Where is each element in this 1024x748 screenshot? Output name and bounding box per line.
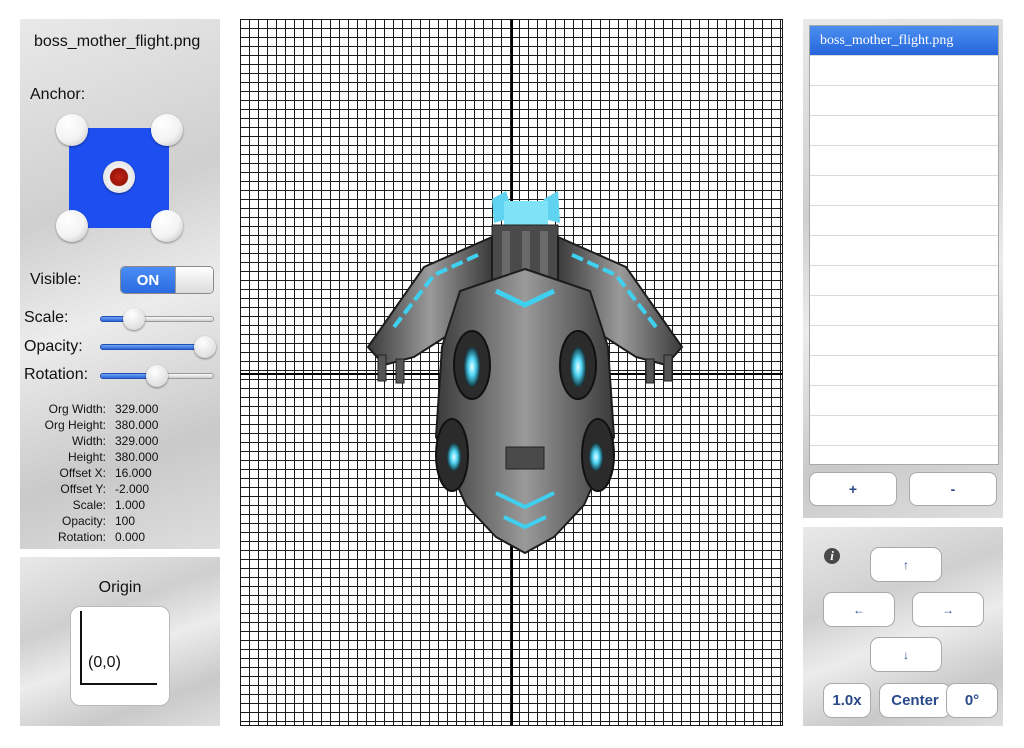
center-button[interactable]: Center	[879, 683, 951, 718]
sprite-stats: Org Width: 329.000 Org Height: 380.000 Wid…	[20, 401, 220, 545]
arrow-up-icon: ↑	[903, 557, 909, 572]
toggle-knob	[175, 267, 213, 293]
list-item[interactable]	[810, 266, 998, 296]
stat-label: Org Width:	[48, 402, 106, 416]
list-item[interactable]	[810, 236, 998, 266]
list-item[interactable]	[810, 176, 998, 206]
stat-label: Offset X:	[59, 466, 106, 480]
list-item[interactable]	[810, 296, 998, 326]
stat-label: Height:	[67, 450, 106, 464]
move-up-button[interactable]: ↑	[870, 547, 942, 582]
list-item[interactable]	[810, 116, 998, 146]
opacity-label: Opacity:	[24, 338, 83, 355]
stat-value: 380.000	[115, 450, 159, 464]
anchor-label: Anchor:	[30, 86, 86, 103]
scale-slider[interactable]	[100, 308, 214, 330]
anchor-center-handle[interactable]	[103, 161, 135, 193]
rotation-slider[interactable]	[100, 365, 214, 387]
list-item[interactable]	[810, 56, 998, 86]
list-item-selected[interactable]: boss_mother_flight.png	[810, 26, 998, 56]
remove-sprite-button[interactable]: -	[909, 472, 997, 506]
origin-title: Origin	[98, 579, 142, 596]
scale-label: Scale:	[24, 309, 69, 326]
visible-toggle[interactable]: ON	[120, 266, 214, 294]
stat-row: Width: 329.000	[20, 433, 220, 449]
opacity-track-fill	[100, 344, 205, 350]
stat-row: Rotation: 0.000	[20, 529, 220, 545]
stat-row: Offset X: 16.000	[20, 465, 220, 481]
stat-row: Opacity: 100	[20, 513, 220, 529]
stat-value: 100	[115, 514, 136, 528]
stat-value: 329.000	[115, 434, 159, 448]
origin-coordinate: (0,0)	[88, 654, 121, 671]
arrow-left-icon: ←	[853, 602, 865, 617]
list-item[interactable]	[810, 146, 998, 176]
stat-row: Offset Y: -2.000	[20, 481, 220, 497]
arrow-down-icon: ↓	[903, 647, 909, 662]
stat-value: 16.000	[115, 466, 152, 480]
list-item[interactable]	[810, 356, 998, 386]
move-right-button[interactable]: →	[912, 592, 984, 627]
toggle-on-label: ON	[121, 267, 175, 293]
scale-slider-thumb[interactable]	[123, 308, 146, 330]
stat-label: Rotation:	[57, 530, 106, 544]
anchor-bottom-left-handle[interactable]	[56, 210, 88, 242]
stat-label: Width:	[71, 434, 106, 448]
add-sprite-button[interactable]: +	[809, 472, 897, 506]
arrow-right-icon: →	[942, 602, 954, 617]
zoom-button[interactable]: 1.0x	[823, 683, 871, 718]
rotation-label: Rotation:	[24, 366, 89, 383]
list-item[interactable]	[810, 86, 998, 116]
stat-label: Opacity:	[61, 514, 106, 528]
info-icon[interactable]: i	[824, 548, 840, 564]
stat-row: Scale: 1.000	[20, 497, 220, 513]
sprite-list-panel: boss_mother_flight.png + -	[803, 19, 1003, 518]
spaceship-sprite[interactable]	[364, 187, 686, 563]
stat-label: Offset Y:	[60, 482, 106, 496]
origin-y-axis	[80, 611, 82, 685]
stat-row: Org Height: 380.000	[20, 417, 220, 433]
stat-row: Height: 380.000	[20, 449, 220, 465]
list-item[interactable]	[810, 416, 998, 446]
list-item[interactable]	[810, 206, 998, 236]
file-name-label: boss_mother_flight.png	[34, 33, 201, 50]
sprite-list[interactable]: boss_mother_flight.png	[809, 25, 999, 465]
origin-x-axis	[80, 683, 157, 685]
move-down-button[interactable]: ↓	[870, 637, 942, 672]
opacity-slider[interactable]	[100, 336, 216, 358]
opacity-slider-thumb[interactable]	[193, 336, 216, 358]
rotation-slider-thumb[interactable]	[146, 365, 168, 387]
list-item[interactable]	[810, 326, 998, 356]
stat-value: -2.000	[115, 482, 150, 496]
stat-value: 380.000	[115, 418, 159, 432]
anchor-top-right-handle[interactable]	[151, 114, 183, 146]
list-item[interactable]	[810, 386, 998, 416]
stat-value: 1.000	[115, 498, 146, 512]
origin-selector[interactable]: (0,0)	[70, 606, 170, 706]
rotation-reset-button[interactable]: 0°	[946, 683, 998, 718]
stat-row: Org Width: 329.000	[20, 401, 220, 417]
origin-panel: Origin (0,0)	[20, 557, 220, 726]
control-panel: i ↑ ← → ↓ 1.0x Center 0°	[803, 527, 1003, 726]
stat-value: 0.000	[115, 530, 146, 544]
move-left-button[interactable]: ←	[823, 592, 895, 627]
stat-value: 329.000	[115, 402, 159, 416]
anchor-bottom-right-handle[interactable]	[151, 210, 183, 242]
stat-label: Scale:	[72, 498, 106, 512]
anchor-top-left-handle[interactable]	[56, 114, 88, 146]
sprite-canvas[interactable]	[240, 19, 783, 726]
inspector-panel: boss_mother_flight.png Anchor: Visible: …	[20, 19, 220, 549]
stat-label: Org Height:	[44, 418, 106, 432]
visible-label: Visible:	[30, 271, 82, 288]
